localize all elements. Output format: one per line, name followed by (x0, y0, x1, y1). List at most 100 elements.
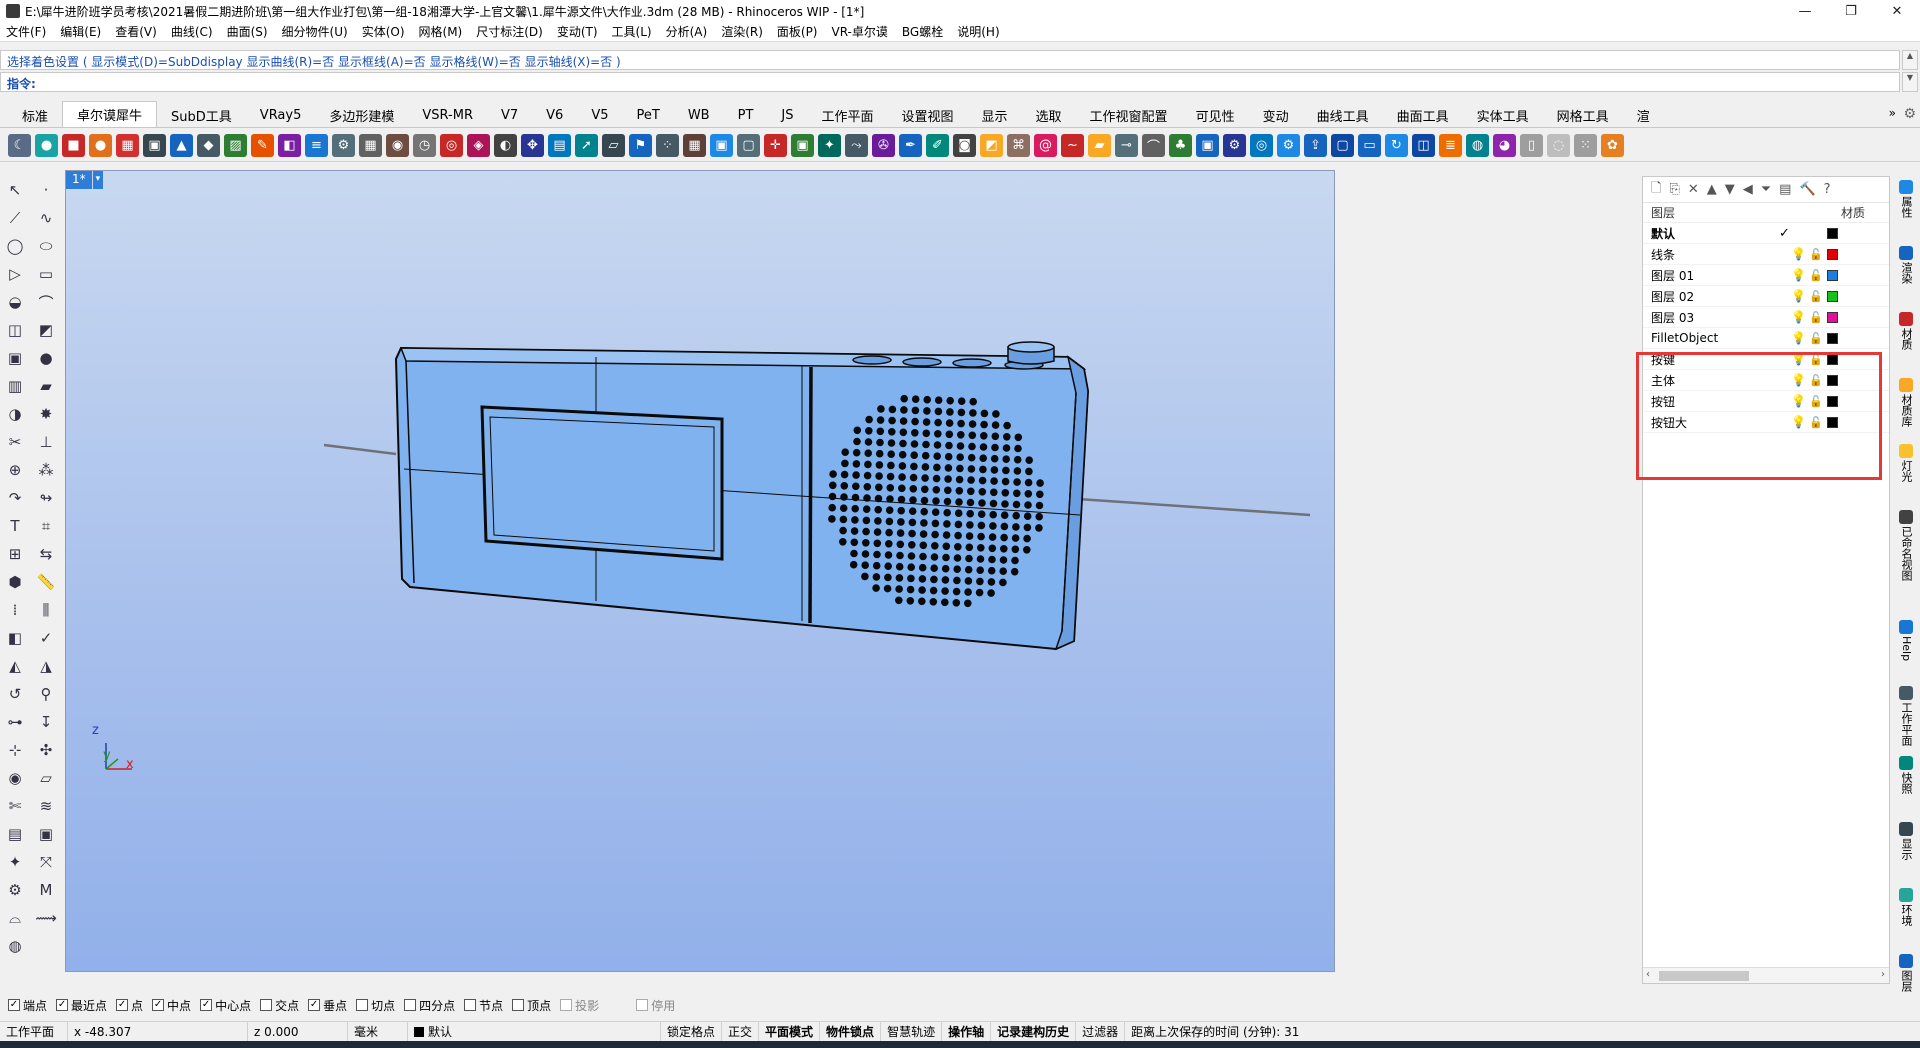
lamp-tool-icon[interactable]: ⚲ (33, 682, 59, 706)
layer-states-icon[interactable]: ▤ (1779, 182, 1791, 197)
menu-item[interactable]: 尺寸标注(D) (476, 23, 543, 40)
tool-icon[interactable]: ✎ (251, 134, 274, 157)
sweep-icon[interactable]: ⟿ (33, 906, 59, 930)
layer-name[interactable]: FilletObject (1651, 331, 1771, 345)
menu-item[interactable]: 说明(H) (957, 23, 999, 40)
lightbulb-icon[interactable]: 💡 (1791, 289, 1806, 303)
osnap-option[interactable]: 交点 (260, 997, 299, 1014)
loft-icon[interactable]: ◩ (33, 318, 59, 342)
gear-tool-icon[interactable]: ⚙ (2, 878, 28, 902)
lightbulb-icon[interactable]: 💡 (1791, 415, 1806, 429)
layer-color-swatch[interactable] (1827, 396, 1838, 407)
layer-name[interactable]: 线条 (1651, 246, 1771, 263)
osnap-option[interactable]: 切点 (356, 997, 395, 1014)
move-down-icon[interactable]: ▼ (1725, 182, 1735, 197)
layers-icon[interactable]: ≡ (305, 134, 328, 157)
new-layer-icon[interactable]: 🗋 (1651, 179, 1661, 201)
lightbulb-icon[interactable]: 💡 (1791, 310, 1806, 324)
arc-tool-icon[interactable]: ◒ (2, 290, 28, 314)
ball-icon[interactable]: ● (89, 134, 112, 157)
tab-item[interactable]: 工作视窗配置 (1076, 103, 1182, 127)
new-sublayer-icon[interactable]: ⎘ (1669, 182, 1679, 197)
array-icon[interactable]: ⊞ (2, 542, 28, 566)
moon-icon[interactable]: ☾ (8, 134, 31, 157)
sidebar-tab-material-library[interactable]: 材质库 (1892, 374, 1920, 440)
flag-icon[interactable]: ⚑ (629, 134, 652, 157)
box3d-icon[interactable]: ▣ (710, 134, 733, 157)
menu-item[interactable]: 分析(A) (666, 23, 708, 40)
layer-row[interactable]: 线条 💡 🔓 (1643, 244, 1889, 265)
tab-item[interactable]: 多边形建模 (315, 103, 408, 127)
polyline-icon[interactable]: ⟋ (2, 206, 28, 230)
status-record-history[interactable]: 记录建构历史 (991, 1021, 1077, 1042)
sphere-solid-icon[interactable]: ● (33, 346, 59, 370)
offset-icon[interactable]: ↷ (2, 486, 28, 510)
unlock-icon[interactable]: 🔓 (1809, 353, 1823, 366)
sidebar-tab-environment[interactable]: 环境 (1892, 884, 1920, 950)
maximize-button[interactable]: ❐ (1828, 0, 1874, 22)
unlock-icon[interactable]: 🔓 (1809, 311, 1823, 324)
osnap-checkbox[interactable]: ✓ (8, 999, 20, 1011)
unlock-icon[interactable]: 🔓 (1809, 395, 1823, 408)
sidebar-tab-display[interactable]: 显示 (1892, 818, 1920, 884)
layer-color-swatch[interactable] (1827, 270, 1838, 281)
layer-row[interactable]: 图层 03 💡 🔓 (1643, 307, 1889, 328)
gradient-icon[interactable]: ◧ (278, 134, 301, 157)
layer-row[interactable]: FilletObject 💡 🔓 (1643, 328, 1889, 349)
layer-row[interactable]: 按钮大 💡 🔓 (1643, 412, 1889, 433)
unlock-icon[interactable]: 🔓 (1809, 374, 1823, 387)
osnap-checkbox[interactable]: ✓ (56, 999, 69, 1011)
tab-item[interactable]: 显示 (968, 103, 1022, 127)
close-button[interactable]: ✕ (1874, 0, 1920, 22)
sidebar-tab-properties[interactable]: 属性 (1892, 176, 1920, 242)
save-icon[interactable]: ▣ (33, 822, 59, 846)
trim-icon[interactable]: ✂ (2, 430, 28, 454)
cube-blue-icon[interactable]: ▣ (1196, 134, 1219, 157)
contrast-icon[interactable]: ◩ (980, 134, 1003, 157)
perspective-viewport[interactable]: 1* ▾ z y x (65, 170, 1335, 972)
cylinder-solid-icon[interactable]: ▥ (2, 374, 28, 398)
unlock-icon[interactable]: 🔓 (1809, 290, 1823, 303)
connect-icon[interactable]: ⊶ (2, 710, 28, 734)
twist-icon[interactable]: ↺ (2, 682, 28, 706)
layer-color-swatch[interactable] (1827, 249, 1838, 260)
boolean-icon[interactable]: ◑ (2, 402, 28, 426)
extrude-icon[interactable]: ▰ (33, 374, 59, 398)
frame-icon[interactable]: ▣ (791, 134, 814, 157)
circle-icon[interactable]: ◯ (2, 234, 28, 258)
tab-item[interactable]: 可见性 (1182, 103, 1249, 127)
spring-icon[interactable]: ≋ (33, 794, 59, 818)
dotgrid-icon[interactable]: ⁙ (1574, 134, 1597, 157)
lightbulb-icon[interactable]: 💡 (1791, 268, 1806, 282)
osnap-checkbox[interactable] (636, 999, 649, 1011)
command-scroll-up-button[interactable]: ▲ (1902, 50, 1918, 70)
group-icon[interactable]: ⁂ (33, 458, 59, 482)
layer-row[interactable]: 默认 ✓ (1643, 223, 1889, 244)
tab-item[interactable]: 卓尔谟犀牛 (62, 101, 158, 127)
layer-color-swatch[interactable] (1827, 333, 1838, 344)
surface-icon[interactable]: ◫ (2, 318, 28, 342)
check-icon[interactable]: ✓ (33, 626, 59, 650)
status-gumball[interactable]: 操作轴 (942, 1021, 992, 1042)
zebra-icon[interactable]: ▤ (2, 822, 28, 846)
folder-icon[interactable]: ▰ (1088, 134, 1111, 157)
m-logo-icon[interactable]: M (33, 878, 59, 902)
distribute-icon[interactable]: ✣ (33, 738, 59, 762)
minimize-button[interactable]: — (1782, 0, 1828, 22)
arrow-icon[interactable]: ➚ (575, 134, 598, 157)
layer-color-swatch[interactable] (1827, 417, 1838, 428)
settings-icon[interactable]: ⚙ (1223, 134, 1246, 157)
select-arrow-icon[interactable]: ↖ (2, 178, 28, 202)
camera-icon[interactable]: ◙ (953, 134, 976, 157)
layer-name[interactable]: 按钮 (1651, 393, 1771, 410)
filter-icon[interactable]: ⏷ (1761, 182, 1771, 197)
tab-item[interactable]: JS (767, 103, 807, 127)
status-planar[interactable]: 平面模式 (759, 1021, 821, 1042)
osnap-option[interactable]: 停用 (636, 997, 675, 1014)
osnap-option[interactable]: ✓ 中点 (152, 997, 191, 1014)
layer-color-swatch[interactable] (1827, 228, 1838, 239)
osnap-option[interactable]: 四分点 (404, 997, 455, 1014)
paper-icon[interactable]: ▯ (1520, 134, 1543, 157)
refresh-icon[interactable]: ↻ (1385, 134, 1408, 157)
osnap-checkbox[interactable] (560, 999, 573, 1011)
